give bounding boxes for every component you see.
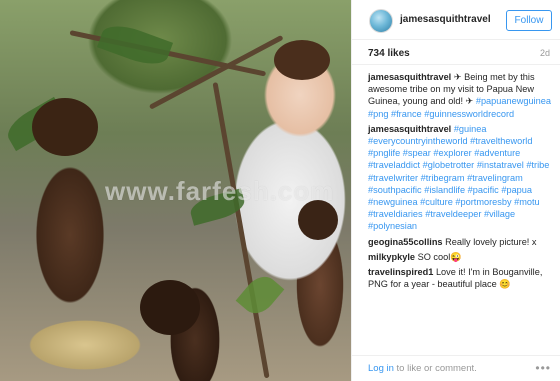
head — [140, 280, 200, 335]
hashtag[interactable]: #tribe — [526, 160, 549, 170]
hashtag[interactable]: #globetrotter — [423, 160, 475, 170]
hashtag[interactable]: #village — [484, 209, 515, 219]
hashtag-list: #guinea #everycountryintheworld #travelt… — [368, 124, 549, 232]
head — [32, 98, 98, 156]
hashtag[interactable]: #travelwriter — [368, 173, 418, 183]
comment-text: SO cool😜 — [417, 251, 462, 262]
comment-item: milkypkyle SO cool😜 — [368, 251, 552, 263]
login-rest: to like or comment. — [393, 363, 477, 374]
hashtag[interactable]: #pnglife — [368, 148, 400, 158]
hashtag[interactable]: #pacific — [468, 185, 499, 195]
hashtag[interactable]: #guinnessworldrecord — [424, 109, 514, 119]
leaf — [96, 18, 174, 72]
hashtag[interactable]: #explorer — [433, 148, 471, 158]
hashtag-comment: jamesasquithtravel #guinea #everycountry… — [368, 123, 552, 233]
hashtag[interactable]: #papuanewguinea — [476, 96, 551, 106]
hashtag[interactable]: #traveldiaries — [368, 209, 423, 219]
hashtag[interactable]: #everycountryintheworld — [368, 136, 468, 146]
hashtag[interactable]: #southpacific — [368, 185, 422, 195]
post-stats: 734 likes 2d — [352, 40, 560, 65]
hashtag[interactable]: #tribegram — [421, 173, 465, 183]
hashtag[interactable]: #culture — [420, 197, 453, 207]
post-footer: Log in to like or comment. ••• — [352, 355, 560, 381]
comment-user[interactable]: milkypkyle — [368, 252, 415, 262]
hashtag[interactable]: #instatravel — [477, 160, 524, 170]
hashtag[interactable]: #traveldeeper — [425, 209, 481, 219]
comment-item: travelinspired1 Love it! I'm in Bouganvi… — [368, 266, 552, 290]
hashtag[interactable]: #polynesian — [368, 221, 417, 231]
avatar[interactable] — [369, 9, 393, 33]
head — [298, 200, 338, 240]
login-link[interactable]: Log in — [368, 363, 394, 374]
hashtag[interactable]: #portmoresby — [455, 197, 511, 207]
hashtag[interactable]: #islandlife — [424, 185, 465, 195]
comment-user[interactable]: jamesasquithtravel — [368, 124, 451, 134]
hashtag[interactable]: #adventure — [474, 148, 520, 158]
hashtag[interactable]: #png — [368, 109, 388, 119]
post-time[interactable]: 2d — [540, 48, 550, 58]
post-header: jamesasquithtravel Follow — [352, 0, 560, 40]
hashtag[interactable]: #travelingram — [467, 173, 523, 183]
leaf — [235, 270, 285, 320]
comment-text: Really lovely picture! x — [445, 236, 537, 247]
caption: jamesasquithtravel ✈ Being met by this a… — [368, 71, 552, 120]
likes-count[interactable]: 734 likes — [368, 48, 410, 59]
head — [274, 40, 330, 80]
username[interactable]: jamesasquithtravel — [400, 14, 491, 25]
hashtag[interactable]: #traveltheworld — [470, 136, 532, 146]
comment-list: jamesasquithtravel ✈ Being met by this a… — [352, 65, 560, 290]
post-photo — [0, 0, 351, 381]
hashtag[interactable]: #france — [391, 109, 422, 119]
post-sidebar: jamesasquithtravel Follow 734 likes 2d j… — [351, 0, 560, 381]
hashtag[interactable]: #spear — [403, 148, 431, 158]
comment-user[interactable]: geogina55collins — [368, 237, 443, 247]
follow-button[interactable]: Follow — [506, 10, 552, 31]
login-prompt: Log in to like or comment. — [368, 363, 477, 374]
hashtag[interactable]: #guinea — [454, 124, 487, 134]
hashtag[interactable]: #papua — [501, 185, 532, 195]
comment-user[interactable]: travelinspired1 — [368, 267, 433, 277]
hashtag[interactable]: #motu — [514, 197, 540, 207]
hashtag[interactable]: #newguinea — [368, 197, 418, 207]
spear — [212, 82, 270, 379]
comment-item: geogina55collins Really lovely picture! … — [368, 236, 552, 248]
hashtag[interactable]: #traveladdict — [368, 160, 420, 170]
caption-user[interactable]: jamesasquithtravel — [368, 72, 451, 82]
more-options-icon[interactable]: ••• — [535, 361, 551, 375]
